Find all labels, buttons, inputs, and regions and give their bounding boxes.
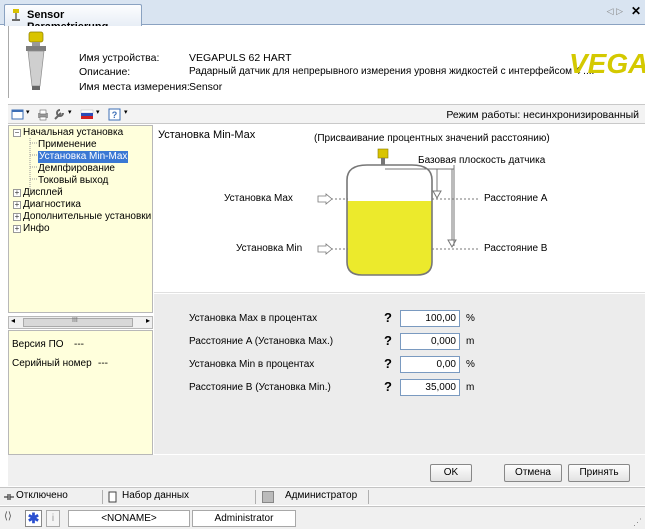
status-separator — [102, 490, 103, 504]
firmware-version-value: --- — [74, 339, 84, 350]
tree-item-display[interactable]: Дисплей — [23, 187, 63, 199]
status-separator — [255, 490, 256, 504]
serial-number-label: Серийный номер — [12, 358, 92, 369]
param-row-max-percent: Установка Max в процентах ? 100,00 % — [154, 309, 645, 329]
status-separator — [368, 490, 369, 504]
scroll-grip: III — [72, 317, 78, 324]
status-bar: Отключено Набор данных Администратор — [0, 487, 645, 505]
tree-item-info[interactable]: Инфо — [23, 223, 50, 235]
max-percent-input[interactable]: 100,00 — [400, 310, 460, 327]
firmware-version-label: Версия ПО — [12, 339, 64, 350]
scroll-right-icon[interactable]: ▸ — [146, 316, 150, 325]
param-row-distance-b: Расстояние B (Установка Min.) ? 35,000 m — [154, 378, 645, 398]
bottom-status-bar: ⟨⟩ ✱ i <NONAME> Administrator ⋰ — [0, 506, 645, 529]
scrollbar-thumb[interactable]: III — [23, 317, 133, 327]
expand-icon[interactable]: + — [13, 225, 21, 233]
max-percent-label: Установка Max в процентах — [189, 313, 318, 324]
location-label: Имя места измерения: — [79, 81, 190, 93]
ok-button[interactable]: OK — [430, 464, 472, 482]
project-name-field: <NONAME> — [68, 510, 190, 527]
param-row-min-percent: Установка Min в процентах ? 0,00 % — [154, 355, 645, 375]
asterisk-icon[interactable]: ✱ — [25, 510, 42, 527]
expand-icon[interactable]: + — [13, 213, 21, 221]
min-percent-input[interactable]: 0,00 — [400, 356, 460, 373]
device-name-value: VEGAPULS 62 HART — [189, 52, 292, 64]
chevron-down-icon[interactable]: ▾ — [124, 108, 128, 116]
device-header: Имя устройства: Описание: Имя места изме… — [8, 26, 645, 98]
svg-text:?: ? — [112, 110, 118, 120]
scroll-left-icon[interactable]: ◂ — [11, 316, 15, 325]
apply-button[interactable]: Принять — [568, 464, 630, 482]
unit-label: m — [466, 336, 475, 347]
vega-logo: VEGA — [569, 48, 645, 79]
help-icon[interactable]: ? — [384, 310, 392, 325]
unit-label: % — [466, 313, 475, 324]
chevron-down-icon[interactable]: ▾ — [26, 108, 30, 116]
connection-status: Отключено — [16, 490, 68, 501]
sensor-icon — [12, 9, 20, 21]
navigation-tree: − Начальная установка Применение Установ… — [8, 125, 153, 313]
expand-icon[interactable]: + — [13, 201, 21, 209]
help-icon[interactable]: ? — [108, 108, 122, 121]
user-name-field: Administrator — [192, 510, 296, 527]
tab-strip: Sensor Parametrierung ◁ ▷ ✕ — [0, 0, 645, 33]
tree-item-application[interactable]: Применение — [38, 139, 97, 151]
min-max-diagram: Установка Min-Max (Присваивание процентн… — [154, 125, 645, 293]
info-icon[interactable]: i — [46, 510, 60, 527]
help-icon[interactable]: ? — [384, 379, 392, 394]
operating-mode-label: Режим работы: несинхронизированный — [446, 109, 639, 121]
dialog-button-row: OK Отмена Принять — [8, 455, 645, 486]
tree-item-initial-setup[interactable]: Начальная установка — [23, 127, 123, 139]
distance-b-input[interactable]: 35,000 — [400, 379, 460, 396]
tree-horizontal-scrollbar[interactable]: ◂ III ▸ — [8, 316, 153, 329]
help-icon[interactable]: ? — [384, 356, 392, 371]
unit-label: % — [466, 359, 475, 370]
tree-item-damping[interactable]: Демпфирование — [38, 163, 115, 175]
disconnected-icon — [4, 494, 14, 500]
toolbar: ▾ ▾ ▾ ? ▾ Режим работы: несинхронизирова… — [8, 104, 645, 124]
print-icon[interactable] — [36, 108, 50, 121]
tree-item-min-max-setup[interactable]: Установка Min-Max — [38, 151, 129, 163]
chevron-down-icon[interactable]: ▾ — [96, 108, 100, 116]
language-flag-icon[interactable] — [80, 108, 94, 121]
tree-item-diagnostics[interactable]: Диагностика — [23, 199, 81, 211]
param-row-distance-a: Расстояние A (Установка Max.) ? 0,000 m — [154, 332, 645, 352]
distance-a-param-label: Расстояние A (Установка Max.) — [189, 336, 334, 347]
serial-number-value: --- — [98, 358, 108, 369]
location-value: Sensor — [189, 81, 223, 93]
distance-b-param-label: Расстояние B (Установка Min.) — [189, 382, 331, 393]
device-name-label: Имя устройства: — [79, 52, 160, 64]
parameter-panel: Установка Max в процентах ? 100,00 % Рас… — [154, 294, 645, 454]
resize-grip-icon[interactable]: ⋰ — [633, 517, 642, 528]
expand-icon[interactable]: + — [13, 189, 21, 197]
cancel-button[interactable]: Отмена — [504, 464, 562, 482]
tab-sensor-parametrization[interactable]: Sensor Parametrierung — [4, 4, 142, 33]
user-role: Администратор — [285, 490, 358, 501]
help-icon[interactable]: ? — [384, 333, 392, 348]
tab-scroll-arrows[interactable]: ◁ ▷ — [607, 6, 623, 17]
dataset-status: Набор данных — [122, 490, 190, 501]
admin-icon — [262, 491, 274, 503]
window-icon[interactable] — [11, 108, 25, 121]
chevron-down-icon[interactable]: ▾ — [68, 108, 72, 116]
close-icon[interactable]: ✕ — [631, 4, 641, 18]
description-label: Описание: — [79, 66, 131, 78]
collapse-icon[interactable]: − — [13, 129, 21, 137]
tree-item-additional-settings[interactable]: Дополнительные установки — [23, 211, 151, 223]
description-value: Радарный датчик для непрерывного измерен… — [189, 66, 595, 77]
radar-sensor-icon — [26, 31, 46, 90]
tank-illustration — [317, 148, 480, 276]
unit-label: m — [466, 382, 475, 393]
tree-item-current-output[interactable]: Токовый выход — [38, 175, 108, 187]
distance-a-input[interactable]: 0,000 — [400, 333, 460, 350]
dataset-icon — [108, 491, 117, 503]
device-info-panel: Версия ПО --- Серийный номер --- — [8, 330, 153, 455]
wrench-icon[interactable] — [52, 108, 66, 121]
min-percent-label: Установка Min в процентах — [189, 359, 315, 370]
connection-arrows-icon[interactable]: ⟨⟩ — [4, 511, 12, 522]
